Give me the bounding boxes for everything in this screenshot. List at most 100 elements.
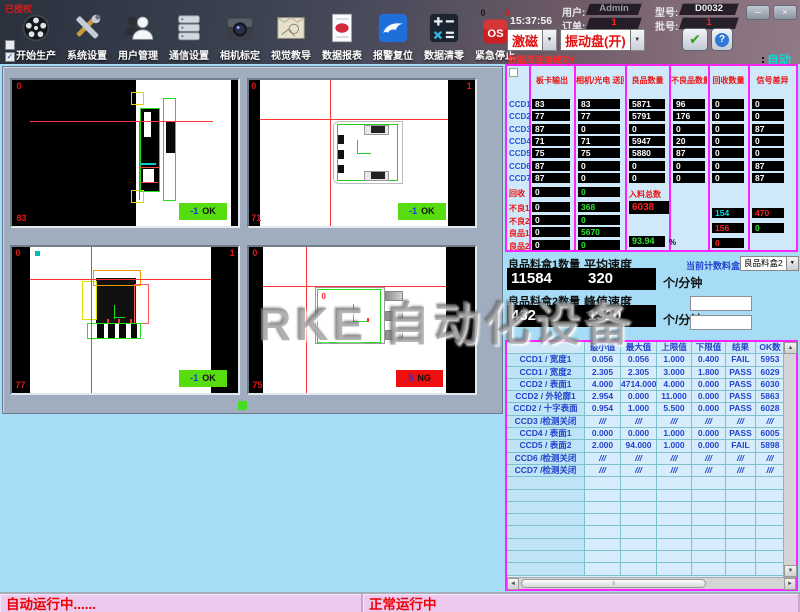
- results-row[interactable]: CCD6 /检测关闭//////////////////: [507, 453, 785, 465]
- result-value: 上限值: [657, 342, 692, 353]
- value-box: 0: [532, 202, 570, 212]
- toolbar-button-7[interactable]: 数据报表: [318, 6, 366, 62]
- scrollbar-thumb[interactable]: ≡: [521, 579, 706, 588]
- reel-icon: [19, 11, 53, 45]
- results-row[interactable]: CCD7 /检测关闭//////////////////: [507, 465, 785, 477]
- result-value: 最小值: [585, 342, 621, 353]
- row-label-special: 良品1: [509, 228, 529, 239]
- aux-input-1[interactable]: [690, 296, 752, 311]
- camera-view-4[interactable]: 0 0 75 5 NG: [247, 245, 477, 395]
- toolbar-button-1[interactable]: 开始生产: [12, 6, 60, 62]
- result-value: [657, 539, 692, 550]
- order-field[interactable]: 1: [588, 17, 640, 29]
- excitation-dropdown[interactable]: 激磁 ▼: [507, 29, 557, 51]
- result-value: [756, 477, 785, 488]
- result-value: 6030: [756, 379, 785, 390]
- scroll-down-icon[interactable]: ▼: [784, 565, 797, 577]
- result-value: [585, 551, 621, 562]
- badge-number: -1: [190, 373, 198, 383]
- cam3-counter-bl: 77: [15, 380, 25, 390]
- results-row[interactable]: [507, 539, 785, 551]
- result-value: 1.000: [657, 428, 692, 439]
- results-row[interactable]: [507, 551, 785, 563]
- results-header-row[interactable]: 最小值最大值上限值下限值结果OK数: [507, 342, 785, 354]
- scroll-right-icon[interactable]: ►: [784, 578, 796, 590]
- toolbar-button-3[interactable]: 用户管理: [114, 6, 162, 62]
- scroll-up-icon[interactable]: ▲: [784, 342, 797, 354]
- result-value: [756, 551, 785, 562]
- column-separator: [574, 66, 576, 250]
- row-label-ccd5: CCD5: [509, 149, 531, 158]
- result-item-name: CCD1 / 宽度2: [507, 367, 585, 378]
- results-row[interactable]: [507, 563, 785, 575]
- cam2-counter-tl: 0: [251, 81, 256, 91]
- toolbar-button-8[interactable]: 报警复位: [369, 6, 417, 62]
- result-value: 0.000: [692, 440, 726, 451]
- cam2-result-badge: -1 OK: [398, 203, 445, 221]
- results-row[interactable]: [507, 514, 785, 526]
- confirm-button[interactable]: ✔: [682, 28, 708, 51]
- results-row[interactable]: CCD2 / 表面14.0004714.0004.0000.000PASS603…: [507, 379, 785, 391]
- results-row[interactable]: [507, 526, 785, 538]
- value-box: 0: [578, 187, 620, 197]
- grid-checkbox[interactable]: [509, 68, 518, 77]
- auto-dots: [762, 57, 764, 63]
- toolbar-button-5[interactable]: 相机标定: [216, 6, 264, 62]
- toolbar-button-9[interactable]: 数据清零: [420, 6, 468, 62]
- badge-status: NG: [417, 373, 431, 383]
- vertical-scrollbar[interactable]: ▲ ▼: [783, 342, 796, 577]
- chevron-down-icon[interactable]: ▼: [543, 29, 557, 51]
- results-row[interactable]: [507, 490, 785, 502]
- batch-label: 批号:: [655, 18, 678, 33]
- model-field[interactable]: D0032: [681, 3, 737, 15]
- teach-icon: [274, 11, 308, 45]
- toolbar-button-2[interactable]: 系统设置: [63, 6, 111, 62]
- minimize-button[interactable]: ─: [746, 5, 770, 20]
- results-row[interactable]: CCD1 / 宽度22.3052.3053.0001.800PASS6029: [507, 367, 785, 379]
- toolbar-button-4[interactable]: 通信设置: [165, 6, 213, 62]
- scroll-left-icon[interactable]: ◄: [507, 578, 519, 590]
- vibration-plate-dropdown[interactable]: 振动盘(开) ▼: [560, 29, 645, 51]
- toolbar-button-6[interactable]: 视觉教导: [267, 6, 315, 62]
- results-row[interactable]: [507, 477, 785, 489]
- toolbar-button-label: 用户管理: [118, 47, 158, 62]
- horizontal-scrollbar[interactable]: ◄ ► ≡: [507, 577, 796, 589]
- aux-input-2[interactable]: [690, 315, 752, 330]
- results-row[interactable]: CCD1 / 宽度10.0560.0561.0000.400FAIL5953: [507, 354, 785, 366]
- user-field[interactable]: Admin: [588, 3, 640, 15]
- badge-number: -1: [190, 206, 198, 216]
- help-button[interactable]: ?: [711, 28, 733, 51]
- value-box: 5670: [578, 227, 620, 237]
- result-item-name: [507, 526, 585, 537]
- close-button[interactable]: ×: [773, 5, 797, 20]
- toolbar-checkbox-1[interactable]: [5, 40, 15, 50]
- camera-icon: [223, 11, 257, 45]
- current-box-dropdown[interactable]: 良品料盒2 ▼: [740, 256, 799, 271]
- results-row[interactable]: CCD2 / 十字表面0.9541.0005.5000.000PASS6028: [507, 403, 785, 415]
- results-row[interactable]: CCD2 / 外轮廓12.9540.00011.0000.000PASS5863: [507, 391, 785, 403]
- results-row[interactable]: CCD4 / 表面10.0000.0001.0000.000PASS6005: [507, 428, 785, 440]
- camera-view-3[interactable]: 0 1 77 -1 OK: [10, 245, 240, 395]
- result-value: 6029: [756, 367, 785, 378]
- camera-view-1[interactable]: 0 83 -1 OK: [10, 78, 240, 228]
- results-row[interactable]: CCD3 /检测关闭//////////////////: [507, 416, 785, 428]
- cam4-counter-bl: 75: [252, 380, 262, 390]
- toolbar-checkbox-2[interactable]: ✓: [5, 52, 15, 62]
- pass-rate-value: 93.94: [629, 236, 665, 247]
- chevron-down-icon[interactable]: ▼: [787, 256, 799, 271]
- value-box: 71: [532, 136, 570, 146]
- result-item-name: [507, 490, 585, 501]
- camera-view-2[interactable]: 0 1 71 -1 OK: [247, 78, 477, 228]
- feed-total-value: 6038: [629, 201, 669, 214]
- results-row[interactable]: CCD5 / 表面22.00094.0001.0000.000FAIL5898: [507, 440, 785, 452]
- results-row[interactable]: [507, 502, 785, 514]
- result-value: FAIL: [726, 354, 756, 365]
- value-box: 87: [673, 148, 705, 158]
- recycle-box: 0: [712, 238, 744, 248]
- result-value: [756, 563, 785, 574]
- peak-speed-value: 1320: [584, 305, 656, 327]
- pass-rate-unit: %: [669, 238, 676, 247]
- result-item-name: CCD1 / 宽度1: [507, 354, 585, 365]
- result-value: 5953: [756, 354, 785, 365]
- chevron-down-icon[interactable]: ▼: [631, 29, 645, 51]
